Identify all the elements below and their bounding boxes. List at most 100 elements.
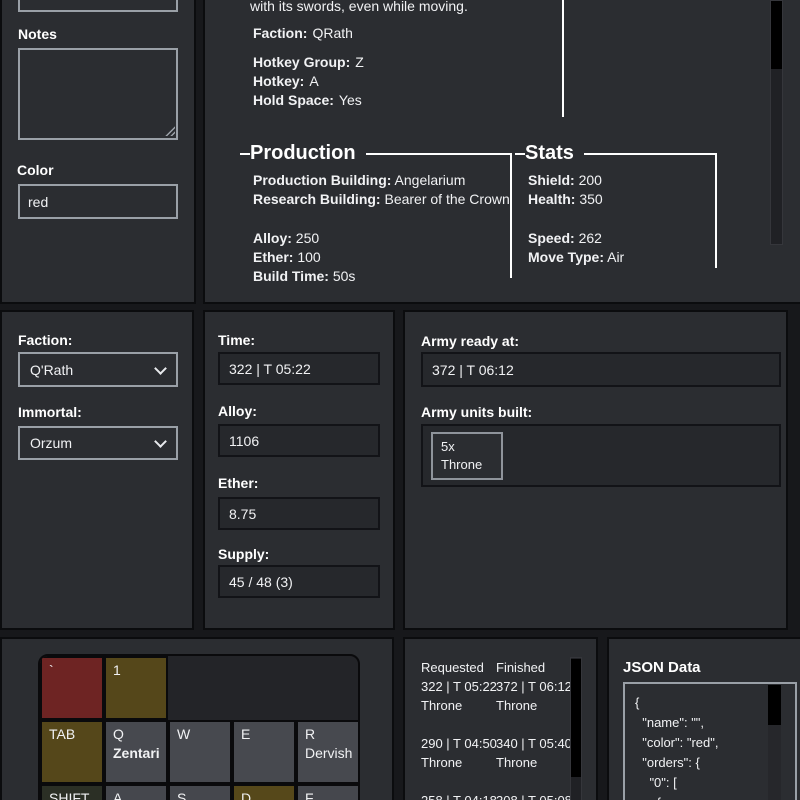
unit-hotkey-group-row: Hotkey Group:Z — [253, 54, 364, 70]
key-shift[interactable]: SHIFT — [40, 784, 104, 800]
queue-entry-requested-time: 290 | T 04:50 — [421, 736, 497, 751]
shield-label: Shield: — [528, 172, 575, 188]
unit-hold-space-value: Yes — [339, 92, 362, 108]
color-label: Color — [17, 162, 54, 178]
time-label: Time: — [218, 332, 255, 348]
production-building-value: Angelarium — [395, 172, 466, 188]
json-scrollbar-track[interactable] — [768, 685, 781, 800]
research-building-label: Research Building: — [253, 191, 381, 207]
key-backtick[interactable]: ` — [40, 656, 104, 720]
alloy-cost-row: Alloy: 250 — [253, 229, 510, 248]
immortal-select[interactable]: Orzum — [18, 426, 178, 460]
alloy-cost-value: 250 — [296, 230, 319, 246]
key-label: SHIFT — [49, 790, 89, 800]
alloy-cost-label: Alloy: — [253, 230, 292, 246]
panel-json-data: JSON Data { "name": "", "color": "red", … — [607, 637, 800, 800]
speed-value: 262 — [579, 230, 602, 246]
production-section: Production Production Building: Angelari… — [240, 142, 512, 278]
production-building-row: Production Building: Angelarium — [253, 171, 510, 190]
key-label: S — [177, 790, 186, 800]
move-type-value: Air — [607, 249, 624, 265]
faction-select[interactable]: Q'Rath — [18, 352, 178, 387]
production-building-label: Production Building: — [253, 172, 391, 188]
key-e[interactable]: E — [232, 720, 296, 784]
unit-name-input[interactable] — [18, 0, 178, 12]
unit-faction-label: Faction: — [253, 25, 307, 41]
unit-hotkey-label: Hotkey: — [253, 73, 304, 89]
notes-textarea[interactable] — [18, 48, 178, 140]
queue-entry-finished-unit: Throne — [496, 698, 537, 713]
panel-setup: Faction: Q'Rath Immortal: Orzum — [0, 310, 194, 630]
build-queue-scrollbar-thumb[interactable] — [571, 659, 581, 777]
time-input[interactable] — [218, 352, 380, 385]
unit-description-text: with its swords, even while moving. — [250, 0, 468, 14]
army-ready-input[interactable] — [421, 352, 781, 387]
build-queue-scrollbar-track[interactable] — [570, 657, 582, 800]
unit-details-scrollbar-thumb[interactable] — [771, 1, 782, 69]
speed-label: Speed: — [528, 230, 575, 246]
key-label: E — [241, 726, 250, 742]
immortal-select-label: Immortal: — [18, 404, 82, 420]
key-a[interactable]: A — [104, 784, 168, 800]
key-r[interactable]: R Dervish — [296, 720, 360, 784]
build-time-value: 50s — [333, 268, 356, 284]
key-1[interactable]: 1 — [104, 656, 168, 720]
ether-cost-value: 100 — [297, 249, 320, 265]
unit-faction-row: Faction: QRath — [253, 25, 353, 41]
unit-faction-value: QRath — [312, 25, 352, 41]
key-label: 1 — [113, 662, 121, 678]
json-data-title: JSON Data — [623, 659, 701, 676]
ether-cost-label: Ether: — [253, 249, 293, 265]
army-unit-count: 5x — [441, 438, 493, 456]
key-d[interactable]: D — [232, 784, 296, 800]
supply-input[interactable] — [218, 565, 380, 598]
unit-hotkey-row: Hotkey: A — [253, 73, 319, 89]
json-code-text: { "name": "", "color": "red", "orders": … — [635, 693, 718, 800]
queue-finished-header: Finished — [496, 660, 545, 675]
color-input[interactable] — [18, 184, 178, 219]
unit-hold-space-row: Hold Space:Yes — [253, 92, 362, 108]
key-s[interactable]: S — [168, 784, 232, 800]
alloy-input[interactable] — [218, 424, 380, 457]
key-q[interactable]: Q Zentari — [104, 720, 168, 784]
faction-select-label: Faction: — [18, 332, 72, 348]
keyboard-empty-area — [168, 656, 360, 720]
key-label: A — [113, 790, 122, 800]
unit-details-scrollbar-track[interactable] — [770, 0, 783, 245]
ether-label: Ether: — [218, 475, 258, 491]
health-value: 350 — [579, 191, 602, 207]
key-label: Q — [113, 726, 124, 742]
army-units-built-label: Army units built: — [421, 404, 532, 420]
queue-entry-requested-unit: Throne — [421, 698, 462, 713]
queue-entry-requested-unit: Throne — [421, 755, 462, 770]
research-building-row: Research Building: Bearer of the Crown — [253, 190, 510, 209]
key-label: R — [305, 726, 315, 742]
shield-value: 200 — [579, 172, 602, 188]
key-f[interactable]: F — [296, 784, 360, 800]
queue-entry-finished-time: 372 | T 06:12 — [496, 679, 572, 694]
json-data-editor[interactable]: { "name": "", "color": "red", "orders": … — [623, 682, 797, 800]
army-unit-card: 5x Throne — [431, 432, 503, 480]
panel-unit-details: with its swords, even while moving. Fact… — [203, 0, 800, 304]
key-label: D — [241, 790, 251, 800]
key-label: ` — [49, 662, 54, 678]
key-label: W — [177, 726, 190, 742]
army-unit-name: Throne — [441, 456, 493, 474]
queue-entry-finished-time: 308 | T 05:08 — [496, 793, 572, 800]
key-tab[interactable]: TAB — [40, 720, 104, 784]
key-unit-assignment: Dervish — [305, 745, 351, 762]
ether-input[interactable] — [218, 497, 380, 530]
unit-hotkey-group-label: Hotkey Group: — [253, 54, 350, 70]
army-ready-label: Army ready at: — [421, 333, 519, 349]
move-type-row: Move Type: Air — [528, 248, 715, 267]
queue-entry-finished-unit: Throne — [496, 755, 537, 770]
key-unit-assignment: Zentari — [113, 745, 159, 762]
json-scrollbar-thumb[interactable] — [768, 685, 781, 725]
panel-army: Army ready at: Army units built: 5x Thro… — [403, 310, 788, 630]
supply-label: Supply: — [218, 546, 269, 562]
unit-hotkey-value: A — [309, 73, 318, 89]
key-w[interactable]: W — [168, 720, 232, 784]
health-label: Health: — [528, 191, 575, 207]
section-divider-line — [562, 0, 564, 117]
queue-requested-header: Requested — [421, 660, 484, 675]
